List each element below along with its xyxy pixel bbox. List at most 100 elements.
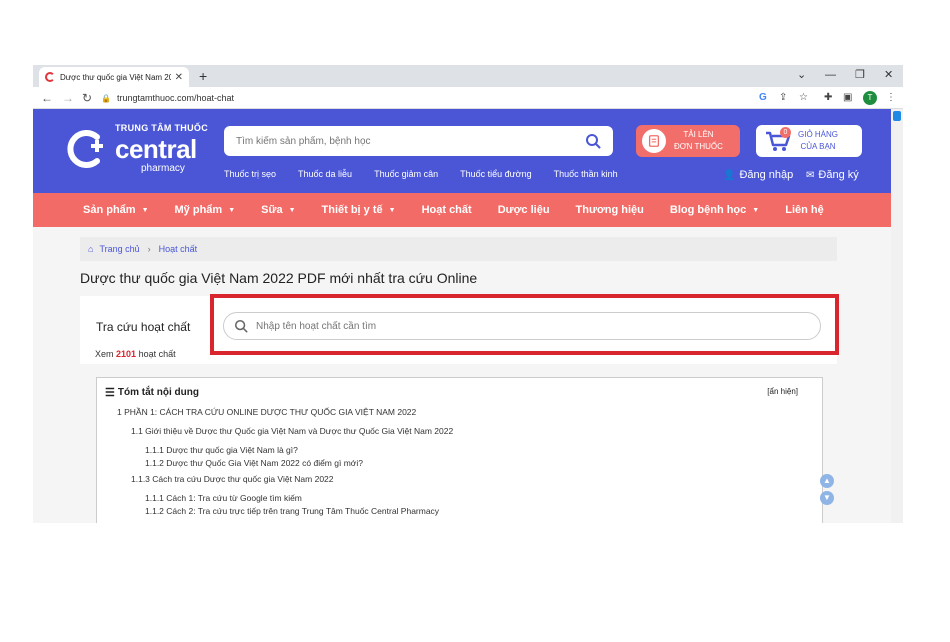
register-label: Đăng ký (818, 169, 859, 181)
count-prefix: Xem (95, 349, 114, 359)
toc-item[interactable]: 1.1.3 Cách tra cứu Dược thư quốc gia Việ… (131, 474, 334, 484)
chevron-down-icon: ▼ (228, 206, 236, 214)
url-omnibox[interactable]: 🔒 trungtamthuoc.com/hoat-chat (101, 90, 751, 106)
site-favicon-icon (45, 72, 55, 82)
breadcrumb-home[interactable]: Trang chủ (99, 244, 139, 254)
bookmark-star-icon[interactable]: ☆ (799, 90, 808, 106)
nav-item-hoat-chat[interactable]: Hoạt chất (422, 204, 472, 216)
side-panel-icon[interactable]: ▣ (843, 90, 852, 106)
login-link[interactable]: 👤 Đăng nhập (723, 169, 793, 181)
nav-label: Sữa (261, 204, 283, 216)
register-link[interactable]: ✉ Đăng ký (806, 169, 859, 181)
lookup-label: Tra cứu hoạt chất (96, 320, 191, 334)
forward-icon[interactable]: → (62, 90, 74, 106)
nav-item-my-pham[interactable]: Mỹ phẩm ▼ (175, 204, 236, 216)
upload-prescription-button[interactable]: TẢI LÊN ĐƠN THUỐC (636, 125, 740, 157)
quick-links: Thuốc trị sẹo Thuốc da liễu Thuốc giảm c… (224, 169, 640, 179)
cart-label-2: CỦA BẠN (800, 142, 836, 151)
ingredient-count[interactable]: Xem 2101 hoạt chất (95, 349, 176, 359)
address-bar: ← → ↻ 🔒 trungtamthuoc.com/hoat-chat G ⇪ … (33, 87, 903, 109)
upload-label-1: TẢI LÊN (683, 130, 714, 139)
url-text: trungtamthuoc.com/hoat-chat (116, 93, 235, 103)
list-icon: ☰ (105, 387, 115, 399)
nav-label: Thương hiệu (575, 204, 644, 216)
central-logo-icon (67, 130, 103, 168)
chevron-down-icon: ▼ (752, 206, 760, 214)
nav-label: Blog bệnh học (669, 204, 747, 216)
chevron-down-icon: ▼ (288, 206, 296, 214)
tab-search-icon[interactable]: ⌄ (797, 67, 806, 83)
nav-item-sua[interactable]: Sữa ▼ (261, 204, 295, 216)
new-tab-button[interactable]: + (199, 68, 207, 84)
breadcrumb-separator-icon: › (147, 244, 151, 254)
home-icon[interactable]: ⌂ (88, 244, 93, 254)
logo-top-text: TRUNG TÂM THUỐC (115, 123, 208, 133)
google-icon[interactable]: G (759, 90, 767, 106)
browser-window: Dược thư quốc gia Việt Nam 2022 P ✕ + ⌄ … (33, 65, 903, 523)
restore-icon[interactable]: ❐ (855, 67, 865, 83)
extensions-icon[interactable]: ✚ (824, 90, 832, 106)
nav-label: Hoạt chất (421, 204, 472, 216)
quick-link[interactable]: Thuốc tiểu đường (460, 169, 531, 179)
toc-item[interactable]: 1.1.2 Dược thư Quốc Gia Việt Nam 2022 có… (145, 458, 363, 468)
chevron-down-icon: ▼ (388, 206, 396, 214)
nav-item-lien-he[interactable]: Liên hệ (785, 204, 824, 216)
product-search-bar (224, 126, 613, 156)
lock-icon: 🔒 (101, 93, 111, 103)
logo-sub-text: pharmacy (141, 163, 185, 174)
toc-item[interactable]: 1.1.2 Cách 2: Tra cứu trực tiếp trên tra… (145, 506, 439, 516)
count-value: 2101 (116, 349, 137, 359)
cart-button[interactable]: 0 GIỎ HÀNG CỦA BẠN (756, 125, 862, 157)
back-icon[interactable]: ← (41, 90, 53, 106)
cart-icon: 0 (764, 127, 792, 153)
cart-label-1: GIỎ HÀNG (798, 130, 839, 139)
prescription-icon (642, 129, 666, 153)
nav-item-blog-benh-hoc[interactable]: Blog bệnh học ▼ (670, 204, 759, 216)
quick-link[interactable]: Thuốc thần kinh (554, 169, 618, 179)
breadcrumb: ⌂ Trang chủ › Hoạt chất (80, 237, 837, 261)
nav-item-thuong-hieu[interactable]: Thương hiệu (576, 204, 644, 216)
table-of-contents: ☰ Tóm tắt nội dung [ẩn hiện] 1 PHẦN 1: C… (96, 377, 823, 523)
chevron-down-icon: ▼ (141, 206, 149, 214)
browser-tab[interactable]: Dược thư quốc gia Việt Nam 2022 P ✕ (39, 67, 189, 87)
scrollbar-thumb[interactable] (893, 111, 901, 121)
menu-kebab-icon[interactable]: ⋮ (886, 90, 896, 106)
profile-avatar[interactable]: T (863, 91, 877, 105)
breadcrumb-current[interactable]: Hoạt chất (159, 244, 198, 254)
upload-label-2: ĐƠN THUỐC (674, 142, 723, 151)
page-scrollbar[interactable] (891, 109, 903, 523)
minimize-icon[interactable]: — (825, 67, 836, 83)
nav-label: Mỹ phẩm (174, 204, 223, 216)
login-label: Đăng nhập (739, 169, 794, 181)
nav-item-duoc-lieu[interactable]: Dược liệu (498, 204, 550, 216)
nav-label: Dược liệu (497, 204, 550, 216)
cart-count-badge: 0 (780, 127, 791, 138)
quick-link[interactable]: Thuốc giảm cân (374, 169, 438, 179)
share-icon[interactable]: ⇪ (779, 90, 787, 106)
nav-item-thiet-bi-y-te[interactable]: Thiết bị y tế ▼ (322, 204, 396, 216)
category-nav: Sản phẩm ▼ Mỹ phẩm ▼ Sữa ▼ Thiết bị y tế ▼ H… (33, 193, 891, 227)
tab-title: Dược thư quốc gia Việt Nam 2022 P (60, 72, 171, 82)
quick-link[interactable]: Thuốc da liễu (298, 169, 352, 179)
nav-item-san-pham[interactable]: Sản phẩm ▼ (83, 204, 149, 216)
page-title: Dược thư quốc gia Việt Nam 2022 PDF mới … (80, 270, 478, 286)
toc-item[interactable]: 1.1.1 Cách 1: Tra cứu từ Google tìm kiếm (145, 493, 302, 503)
toc-item[interactable]: 1.1.1 Dược thư quốc gia Việt Nam là gì? (145, 445, 298, 455)
tab-close-icon[interactable]: ✕ (175, 72, 183, 83)
toc-item[interactable]: 1 PHẦN 1: CÁCH TRA CỨU ONLINE DƯỢC THƯ Q… (117, 407, 416, 417)
nav-label: Thiết bị y tế (321, 204, 383, 216)
search-icon[interactable] (585, 133, 601, 149)
scroll-down-icon[interactable]: ▼ (820, 491, 834, 505)
site-header: TRUNG TÂM THUỐC central pharmacy Thuốc t… (33, 109, 891, 193)
quick-link[interactable]: Thuốc trị sẹo (224, 169, 276, 179)
nav-label: Liên hệ (785, 204, 824, 216)
product-search-input[interactable] (236, 135, 585, 147)
toc-item[interactable]: 1.1 Giới thiệu về Dược thư Quốc gia Việt… (131, 426, 453, 436)
window-close-icon[interactable]: ✕ (884, 67, 893, 83)
scroll-up-icon[interactable]: ▲ (820, 474, 834, 488)
toc-toggle-link[interactable]: [ẩn hiện] (767, 387, 798, 396)
reload-icon[interactable]: ↻ (82, 90, 92, 106)
user-icon: 👤 (723, 169, 736, 181)
logo-main-text: central (115, 134, 197, 164)
site-logo[interactable]: TRUNG TÂM THUỐC central pharmacy (63, 123, 213, 179)
